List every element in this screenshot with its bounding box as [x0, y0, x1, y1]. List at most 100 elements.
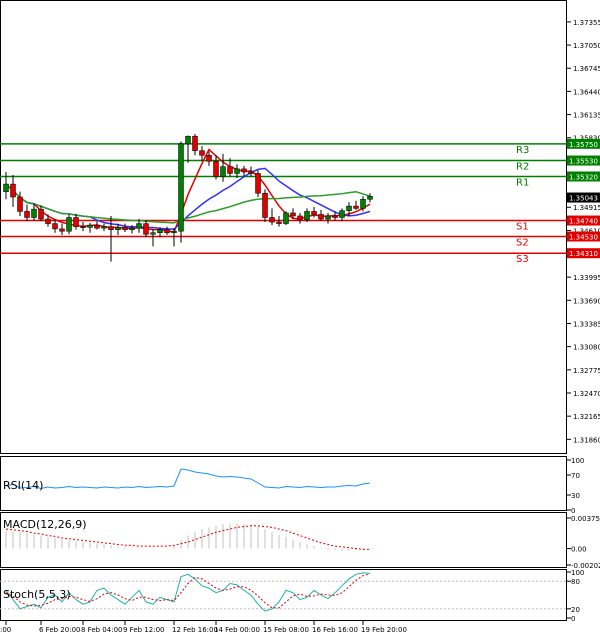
rsi-tick-label: 70	[571, 472, 580, 480]
candle-body	[311, 211, 317, 215]
x-tick-label: 9 Feb 12:00	[123, 626, 164, 634]
y-tick-label: 1.33080	[573, 344, 600, 352]
y-tick-label: 1.36135	[573, 112, 600, 120]
x-tick-label: 14 Feb 00:00	[214, 626, 260, 634]
candle-body	[346, 205, 352, 211]
candle-body	[87, 224, 93, 228]
candle-body	[185, 135, 191, 145]
candle-body	[234, 168, 240, 174]
stoch-tick-label: 0	[571, 615, 575, 623]
y-tick-label: 1.33690	[573, 297, 600, 305]
candle-body	[108, 226, 114, 230]
rsi-tick-label: 0	[571, 507, 575, 515]
trading-chart[interactable]: 1.373551.370501.367451.364401.361351.358…	[0, 0, 600, 635]
candle-body	[199, 150, 205, 156]
candle-body	[24, 211, 30, 218]
candle-body	[276, 221, 282, 224]
candle-body	[353, 205, 359, 209]
candle-body	[220, 166, 226, 177]
candle-body	[157, 229, 163, 233]
level-name-s3: S3	[516, 254, 529, 265]
y-tick-label: 1.37355	[573, 19, 600, 27]
x-tick-label: 16 Feb 16:00	[312, 626, 358, 634]
level-name-r2: R2	[516, 162, 529, 173]
x-tick-label: 6 Feb 20:00	[39, 626, 80, 634]
y-tick-label: 1.36440	[573, 88, 600, 96]
stoch-tick-label: 100	[571, 569, 584, 577]
candle-body	[318, 214, 324, 220]
candle-body	[3, 183, 9, 192]
candle-body	[31, 208, 37, 218]
y-tick-label: 1.37050	[573, 42, 600, 50]
chart-window: 1.37355 1.37050 1.36745 1.36440 1.36135 1.358…	[0, 0, 600, 635]
candle-body	[283, 212, 289, 224]
candle-body	[269, 217, 275, 223]
x-tick-label: 8 Feb 04:00	[81, 626, 122, 634]
stoch-tick-label: 80	[571, 578, 580, 586]
y-tick-label: 1.34915	[573, 204, 600, 212]
candle-body	[45, 218, 51, 224]
candle-body	[143, 223, 149, 235]
macd-title: MACD(12,26,9)	[3, 518, 87, 531]
candle-body	[290, 212, 296, 217]
candle-body	[101, 226, 107, 229]
y-tick-label: 1.32470	[573, 390, 600, 398]
candle-body	[332, 215, 338, 218]
x-tick-label: :00	[0, 626, 11, 634]
y-tick-label: 1.33385	[573, 320, 600, 328]
candle-body	[367, 195, 373, 200]
level-price-label-r2: 1.35530	[569, 158, 598, 166]
candle-body	[73, 217, 79, 227]
level-name-r1: R1	[516, 177, 529, 188]
candle-body	[164, 229, 170, 233]
y-tick-label: 1.32165	[573, 413, 600, 421]
stoch-tick-label: 20	[571, 606, 580, 614]
candle-body	[10, 183, 16, 198]
level-name-s1: S1	[516, 222, 529, 233]
candle-body	[248, 171, 254, 174]
level-price-label-s1: 1.34740	[569, 218, 598, 226]
candle-body	[129, 227, 135, 230]
level-name-s2: S2	[516, 237, 529, 248]
candle-body	[80, 226, 86, 228]
candle-body	[178, 143, 184, 232]
macd-tick-label: 0.003754	[571, 515, 600, 523]
candle-body	[213, 161, 219, 177]
candle-body	[241, 168, 247, 173]
time-axis: :00 6 Feb 20:00 8 Feb 04:00 9 Feb 12:00 12 F…	[0, 621, 407, 634]
candle-body	[66, 217, 72, 232]
y-tick-label: 1.31860	[573, 436, 600, 444]
current-price-tag: 1.35043	[567, 192, 600, 203]
candle-body	[192, 135, 198, 151]
level-name-r3: R3	[516, 145, 529, 156]
candle-body	[262, 192, 268, 218]
level-price-label-r1: 1.35320	[569, 173, 598, 181]
rsi-tick-label: 30	[571, 492, 580, 500]
candle-body	[59, 228, 65, 232]
candle-body	[136, 223, 142, 229]
x-tick-label: 15 Feb 08:00	[263, 626, 309, 634]
candle-body	[360, 199, 366, 209]
current-price-label: 1.35043	[569, 195, 598, 203]
candle-body	[171, 230, 177, 233]
candle-body	[339, 210, 345, 218]
candle-body	[38, 208, 44, 220]
candle-body	[52, 223, 58, 230]
candle-body	[94, 224, 100, 229]
candle-body	[255, 173, 261, 194]
level-price-label-s3: 1.34310	[569, 250, 598, 258]
level-price-label-s2: 1.34530	[569, 233, 598, 241]
y-tick-label: 1.33995	[573, 274, 600, 282]
y-tick-label: 1.32775	[573, 367, 600, 375]
candle-body	[115, 227, 121, 230]
candle-body	[17, 196, 23, 212]
stoch-title: Stoch(5,5,3)	[3, 588, 71, 601]
candle-body	[122, 227, 128, 230]
rsi-panel-frame	[0, 456, 567, 511]
x-tick-label: 19 Feb 20:00	[361, 626, 407, 634]
candle-body	[150, 232, 156, 235]
x-tick-label: 12 Feb 16:00	[172, 626, 218, 634]
candle-body	[227, 166, 233, 174]
candle-body	[304, 211, 310, 221]
y-tick-label: 1.36745	[573, 65, 600, 73]
